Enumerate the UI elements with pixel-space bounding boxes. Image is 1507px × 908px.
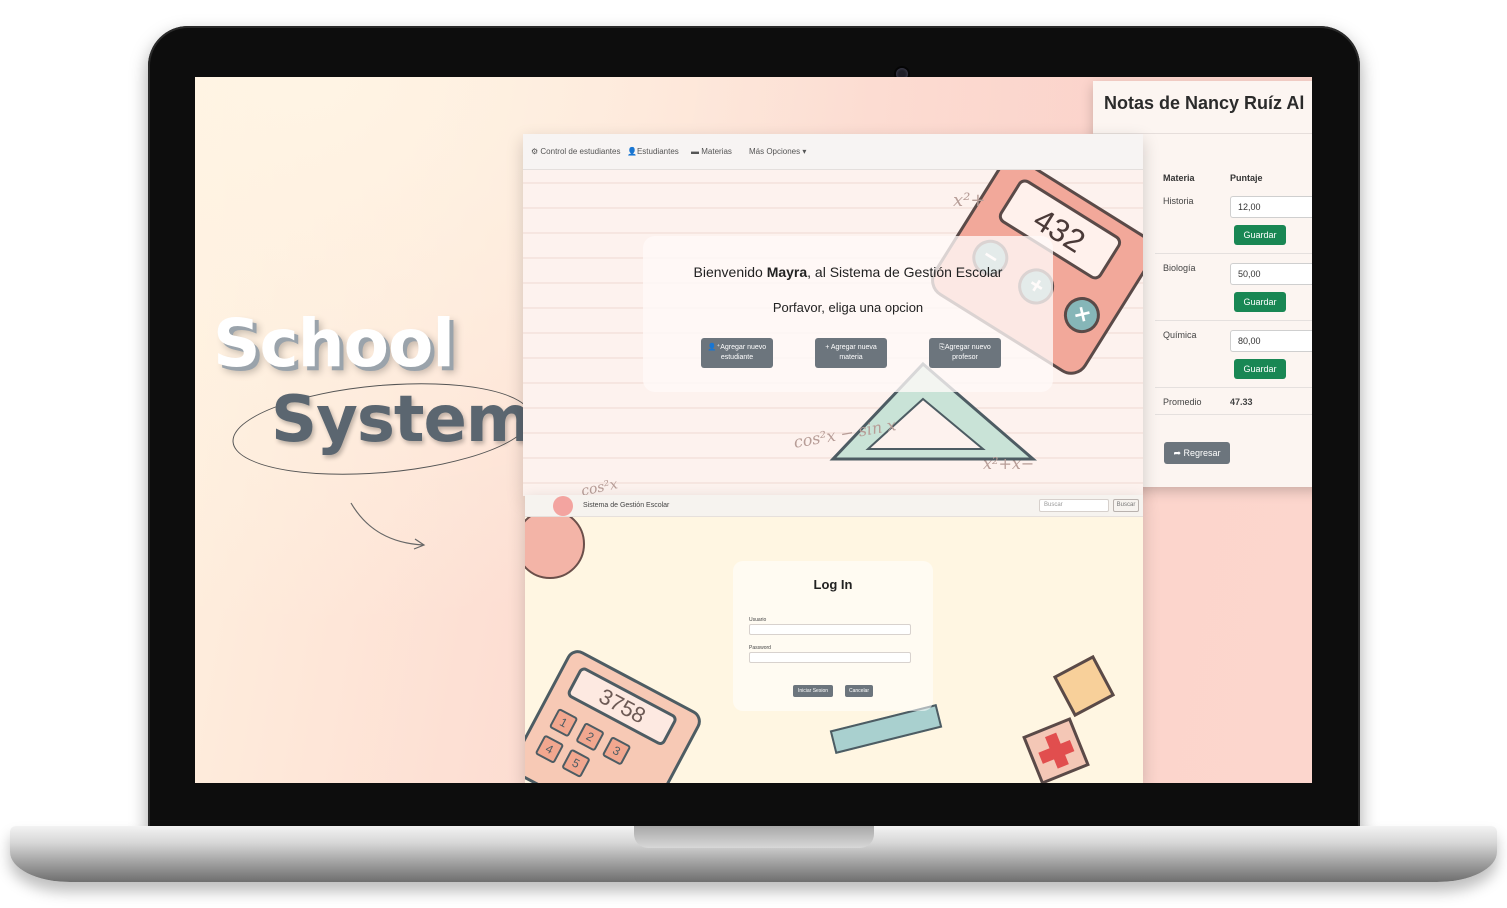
welcome-card: Bienvenido Mayra, al Sistema de Gestión … <box>643 236 1053 392</box>
save-button[interactable]: Guardar <box>1234 359 1286 379</box>
math-decoration: x²+x− <box>983 454 1035 473</box>
login-card: Log In Usuario Password Iniciar Sesion C… <box>733 561 933 711</box>
laptop-frame: School System Notas de Nancy Ruíz Al Mat… <box>0 0 1507 908</box>
username-label: Usuario <box>749 617 767 623</box>
nav-item-students[interactable]: 👤Estudiantes <box>627 147 679 156</box>
subject-label: Historia <box>1163 196 1194 206</box>
row-divider <box>1155 414 1312 415</box>
nav-item-more[interactable]: Más Opciones ▾ <box>749 147 806 156</box>
score-input[interactable]: 80,00 <box>1230 330 1312 352</box>
math-decoration: cos²x <box>579 476 620 496</box>
add-student-button[interactable]: 👤⁺Agregar nuevo estudiante <box>701 338 773 368</box>
cancel-button[interactable]: Cancelar <box>845 685 873 697</box>
add-teacher-button[interactable]: ⎘Agregar nuevo profesor <box>929 338 1001 368</box>
search-input[interactable]: Buscar <box>1039 499 1109 512</box>
password-label: Password <box>749 645 771 651</box>
nav-brand-label: Control de estudiantes <box>540 147 621 156</box>
caret-down-icon: ▾ <box>800 147 807 156</box>
column-header-score: Puntaje <box>1230 173 1263 183</box>
arrow-icon <box>350 502 426 550</box>
greeting-suffix: , al Sistema de Gestión Escolar <box>807 264 1003 280</box>
login-title: Log In <box>813 577 853 592</box>
screen: School System Notas de Nancy Ruíz Al Mat… <box>195 77 1312 783</box>
subject-label: Biología <box>1163 263 1196 273</box>
row-divider <box>1155 387 1312 388</box>
key-icon: 5 <box>561 748 591 779</box>
password-field[interactable] <box>749 652 911 663</box>
save-button[interactable]: Guardar <box>1234 292 1286 312</box>
subject-label: Química <box>1163 330 1197 340</box>
key-icon: 4 <box>534 734 565 765</box>
login-window: 3758 1 2 3 4 5 Sistema de Gestión Escola… <box>525 495 1143 783</box>
average-value: 47.33 <box>1230 397 1253 407</box>
greeting-prefix: Bienvenido <box>693 264 767 280</box>
share-icon: ➦ <box>1173 448 1184 458</box>
folder-icon: ▬ <box>691 147 702 156</box>
column-header-subject: Materia <box>1163 173 1195 183</box>
average-label: Promedio <box>1163 397 1202 407</box>
key-icon: 1 <box>548 707 579 738</box>
prompt-text: Porfavor, eliga una opcion <box>772 300 924 315</box>
gear-icon: ⚙ <box>531 147 541 156</box>
key-icon: 2 <box>575 721 605 752</box>
save-button[interactable]: Guardar <box>1234 225 1286 245</box>
login-button[interactable]: Iniciar Sesion <box>793 685 833 697</box>
welcome-message: Bienvenido Mayra, al Sistema de Gestión … <box>643 264 1053 280</box>
user-name: Mayra <box>766 264 808 280</box>
login-navbar: Sistema de Gestión Escolar Buscar Buscar <box>525 495 1143 517</box>
back-button-label: Regresar <box>1183 448 1221 458</box>
add-student-label: Agregar nuevo estudiante <box>720 344 767 361</box>
user-plus-icon: 👤⁺ <box>707 344 721 351</box>
welcome-window: 432 − + × x²+ cos²x − sin x x²+x− cos²x … <box>523 134 1143 496</box>
nav-brand[interactable]: ⚙ Control de estudiantes <box>531 147 620 156</box>
logo-icon <box>553 496 573 516</box>
row-divider <box>1155 320 1312 321</box>
row-divider <box>1155 253 1312 254</box>
math-decoration: x²+ <box>953 190 986 211</box>
nav-subjects-label: Materias <box>701 147 732 156</box>
hero-title-school: School <box>213 305 455 382</box>
score-input[interactable]: 50,00 <box>1230 263 1312 285</box>
search-button[interactable]: Buscar <box>1113 499 1139 512</box>
user-icon: 👤 <box>627 147 637 156</box>
times-key-icon: × <box>1057 290 1107 340</box>
add-teacher-label: Agregar nuevo profesor <box>944 344 991 361</box>
top-navbar: ⚙ Control de estudiantes 👤Estudiantes ▬ … <box>523 134 1143 170</box>
nav-more-label: Más Opciones <box>749 147 801 156</box>
back-button[interactable]: ➦ Regresar <box>1164 442 1230 464</box>
laptop-notch <box>634 826 874 848</box>
nav-item-subjects[interactable]: ▬ Materias <box>691 147 732 156</box>
add-subject-button[interactable]: + Agregar nueva materia <box>815 338 887 368</box>
nav-students-label: Estudiantes <box>636 147 679 156</box>
navbar-brand[interactable]: Sistema de Gestión Escolar <box>583 502 669 509</box>
grades-title: Notas de Nancy Ruíz Al <box>1104 93 1305 113</box>
username-field[interactable] <box>749 624 911 635</box>
add-subject-label: Agregar nueva materia <box>830 344 877 361</box>
hero-title-system: System <box>271 383 533 457</box>
score-input[interactable]: 12,00 <box>1230 196 1312 218</box>
key-icon: 3 <box>601 735 632 766</box>
